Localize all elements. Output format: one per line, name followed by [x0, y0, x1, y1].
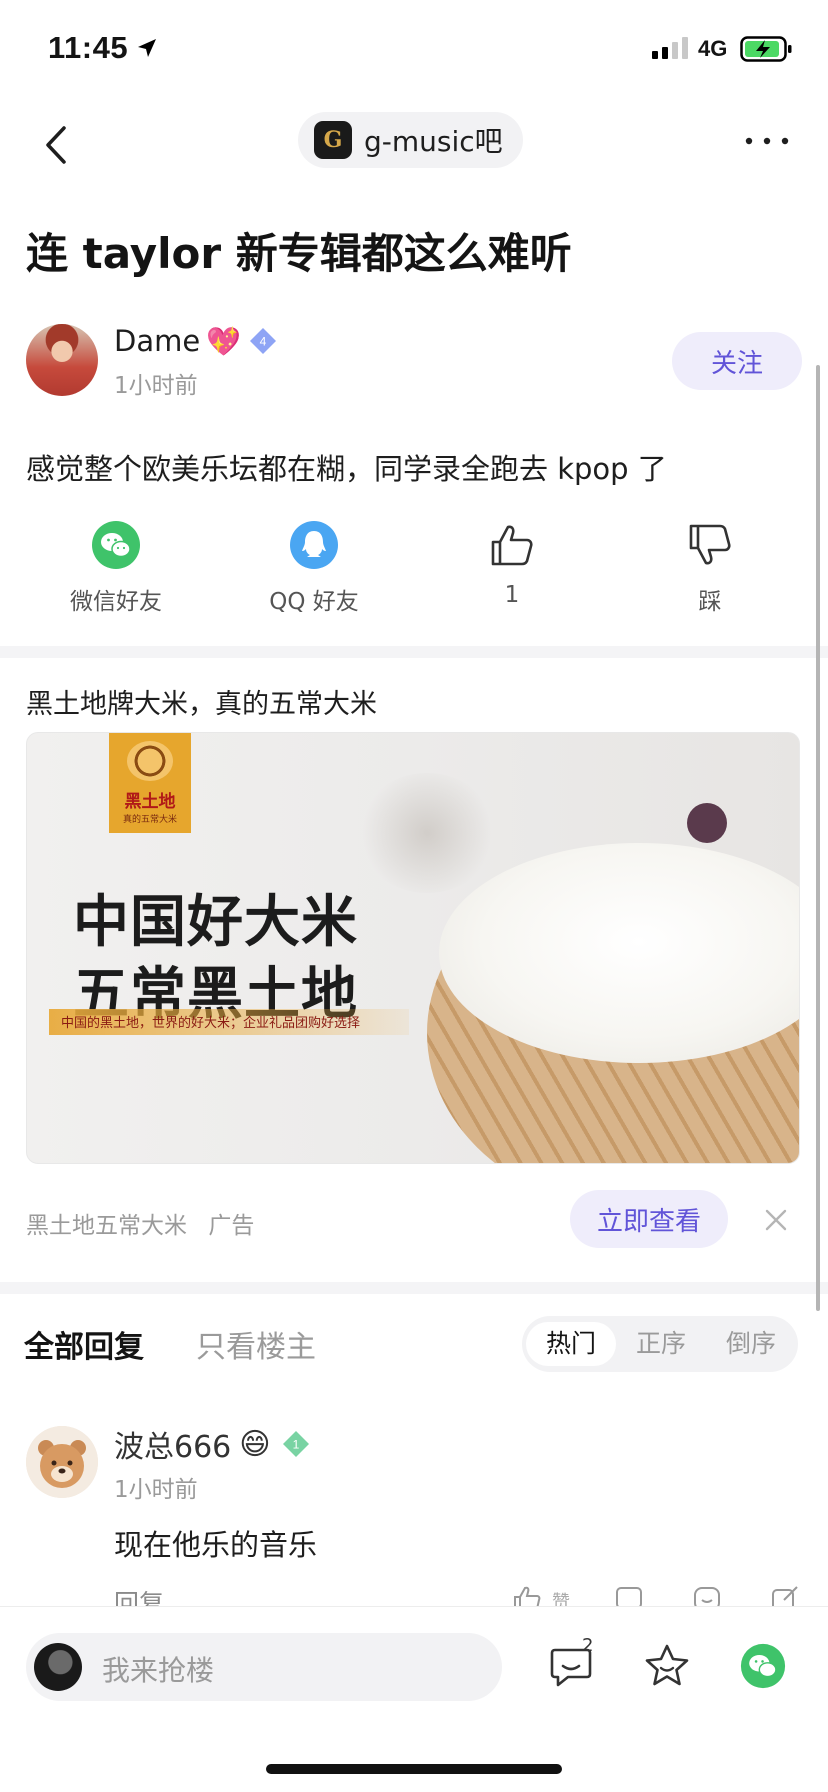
- section-divider: [0, 646, 828, 658]
- level-badge: 4: [247, 325, 279, 357]
- ad-brand-name: 黑土地: [124, 792, 176, 812]
- reply-input[interactable]: 我来抢楼: [26, 1633, 502, 1701]
- top-navigation: G g-music吧: [0, 100, 828, 190]
- forum-logo: G: [314, 121, 352, 159]
- share-qq-button[interactable]: QQ 好友: [234, 520, 394, 616]
- ad-meta: 黑土地五常大米 广告: [26, 1206, 254, 1240]
- status-time: 11:45: [48, 30, 129, 65]
- ad-brand-sub: 真的五常大米: [122, 815, 177, 825]
- svg-text:1: 1: [292, 1438, 299, 1452]
- location-arrow-icon: [138, 39, 156, 57]
- section-divider: [0, 1282, 828, 1294]
- share-qq-label: QQ 好友: [269, 589, 359, 615]
- commenter-name: 波总666: [114, 1430, 232, 1465]
- post-actions: 微信好友 QQ 好友 1 踩: [0, 520, 828, 620]
- share-wechat-button[interactable]: 微信好友: [36, 520, 196, 616]
- sparkling-heart-icon: 💖: [206, 324, 242, 358]
- forum-name: g-music吧: [364, 125, 503, 158]
- thumbs-up-icon: [491, 525, 533, 566]
- ad-banner-image[interactable]: 黑土地 真的五常大米 中国好大米 五常黑土地 中国的黑土地，世界的好大米；企业礼…: [26, 732, 800, 1164]
- sort-hot[interactable]: 热门: [526, 1322, 616, 1366]
- comment-time: 1小时前: [114, 1477, 198, 1503]
- ad-tag: 广告: [208, 1213, 255, 1239]
- wechat-share-icon[interactable]: [740, 1643, 786, 1689]
- comment-text: 现在他乐的音乐: [114, 1528, 318, 1562]
- star-favorite-icon[interactable]: [642, 1641, 692, 1691]
- diamond-level-icon: 4: [250, 328, 277, 354]
- ink-splash-decoration: [357, 773, 497, 893]
- like-button[interactable]: 1: [432, 520, 592, 608]
- follow-button[interactable]: 关注: [672, 332, 802, 390]
- like-count: 1: [504, 582, 520, 608]
- cellular-signal-icon: [652, 37, 688, 59]
- my-avatar[interactable]: [34, 1643, 82, 1691]
- back-arrow-icon[interactable]: [38, 120, 78, 170]
- close-ad-icon[interactable]: [762, 1206, 790, 1234]
- comment-count-badge: 2: [582, 1635, 594, 1656]
- reply-tabs: 全部回复 只看楼主 热门 正序 倒序: [0, 1316, 828, 1376]
- tiger-logo-icon: [127, 741, 173, 781]
- share-wechat-label: 微信好友: [70, 589, 162, 615]
- qq-icon: [290, 521, 338, 569]
- diamond-level-icon: 1: [282, 1431, 309, 1457]
- ad-brand-logo: 黑土地 真的五常大米: [109, 733, 191, 833]
- ad-advertiser: 黑土地五常大米: [26, 1213, 187, 1239]
- forum-chip[interactable]: G g-music吧: [298, 112, 523, 168]
- dislike-button[interactable]: 踩: [630, 520, 790, 616]
- author-avatar[interactable]: [26, 324, 98, 396]
- post-title: 连 taylor 新专辑都这么难听: [26, 229, 572, 278]
- author-name-row[interactable]: Dame 💖 4: [114, 324, 279, 358]
- grinning-emoji-icon: 😄: [239, 1426, 271, 1462]
- svg-text:4: 4: [260, 335, 267, 349]
- status-bar: 11:45 4G: [0, 0, 828, 100]
- scrollbar[interactable]: [816, 365, 820, 1311]
- commenter-name-row[interactable]: 波总666 😄 1: [114, 1422, 313, 1466]
- ad-title[interactable]: 黑土地牌大米，真的五常大米: [26, 682, 377, 721]
- wechat-icon: [92, 521, 140, 569]
- network-type: 4G: [698, 36, 728, 61]
- author-name: Dame: [114, 324, 201, 358]
- bear-avatar-icon: [26, 1426, 98, 1498]
- thumbs-down-icon: [689, 524, 731, 565]
- battery-charging-icon: [740, 36, 792, 62]
- tab-all-replies[interactable]: 全部回复: [24, 1322, 144, 1366]
- ad-slogan: 中国的黑土地，世界的好大米；企业礼品团购好选择: [61, 1016, 361, 1031]
- post-detail-screen: 11:45 4G G g-music吧 连 taylor 新专辑都这么难听 Da…: [0, 0, 828, 1792]
- post-time: 1小时前: [114, 373, 198, 399]
- sort-ascending[interactable]: 正序: [616, 1322, 706, 1366]
- tab-owner-only[interactable]: 只看楼主: [196, 1322, 316, 1366]
- sort-switcher: 热门 正序 倒序: [522, 1316, 798, 1372]
- sort-descending[interactable]: 倒序: [706, 1322, 796, 1366]
- ink-drop-decoration: [687, 803, 727, 843]
- commenter-avatar[interactable]: [26, 1426, 98, 1498]
- post-content: 感觉整个欧美乐坛都在糊，同学录全跑去 kpop 了: [26, 452, 667, 486]
- ad-slogan-bar: 中国的黑土地，世界的好大米；企业礼品团购好选择: [49, 1009, 409, 1035]
- dislike-label: 踩: [698, 589, 722, 615]
- ad-headline-1: 中国好大米: [73, 889, 358, 955]
- post-author: Dame 💖 4 1小时前 关注: [26, 324, 802, 400]
- reply-input-placeholder: 我来抢楼: [102, 1654, 215, 1687]
- ad-view-now-button[interactable]: 立即查看: [570, 1190, 728, 1248]
- home-indicator[interactable]: [266, 1764, 562, 1774]
- more-options-icon[interactable]: [744, 126, 790, 156]
